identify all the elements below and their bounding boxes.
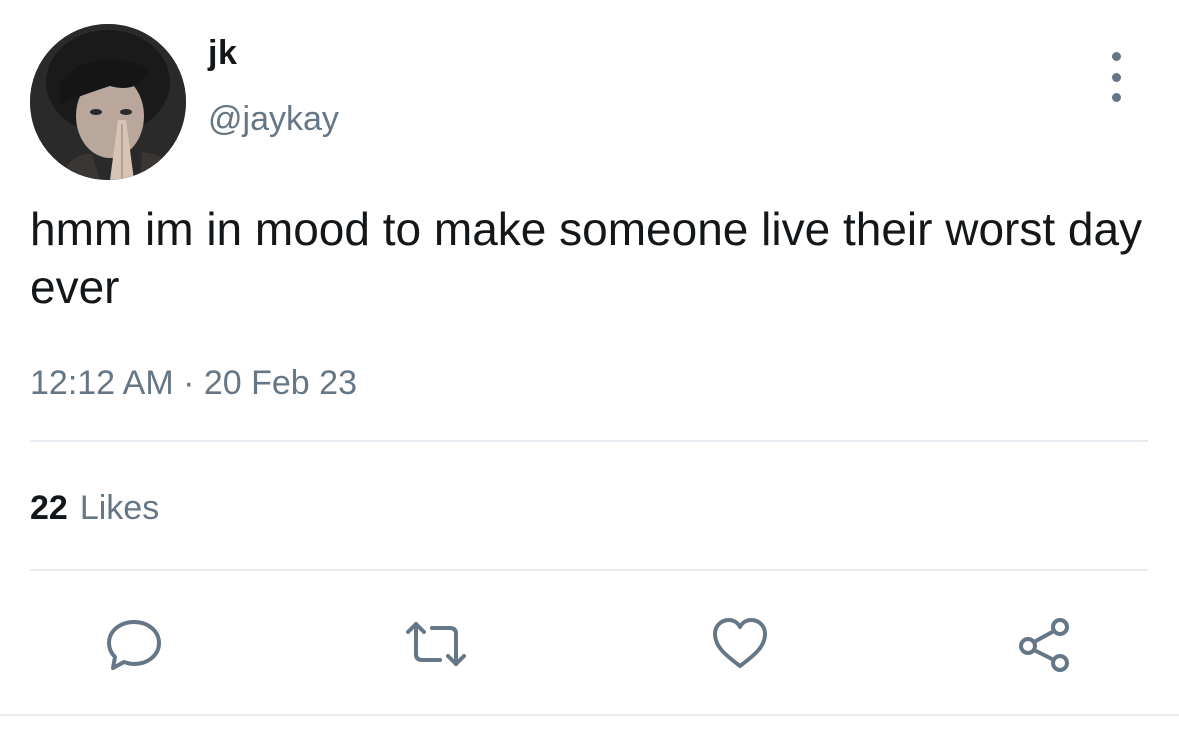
likes-count: 22 (30, 489, 68, 527)
ellipsis-dot (1111, 93, 1121, 102)
tweet-timestamp[interactable]: 12:12 AM · 20 Feb 23 (30, 364, 357, 403)
divider (0, 714, 1179, 716)
reply-button[interactable] (102, 612, 166, 676)
share-nodes-icon (1019, 618, 1069, 672)
ellipsis-dot (1111, 72, 1121, 82)
user-handle[interactable]: @jaykay (208, 100, 339, 139)
tweet-text: hmm im in mood to make someone live thei… (30, 203, 1143, 313)
heart-icon (713, 618, 767, 668)
divider (30, 569, 1148, 571)
like-button[interactable] (708, 612, 772, 676)
profile-photo-icon (30, 24, 186, 180)
likes-stat[interactable]: 22 Likes (30, 489, 159, 528)
vertical-ellipsis-icon (1111, 52, 1121, 61)
divider (30, 440, 1148, 442)
avatar[interactable] (30, 24, 186, 180)
retweet-button[interactable] (404, 612, 468, 676)
tweet-card: jk @jaykay hmm im in mood to make someon… (0, 0, 1179, 735)
speech-bubble-icon (107, 620, 161, 670)
likes-label: Likes (79, 489, 160, 527)
share-button[interactable] (1012, 612, 1076, 676)
display-name[interactable]: jk (208, 34, 237, 73)
retweet-arrows-icon (406, 622, 466, 666)
more-options-button[interactable] (1096, 52, 1136, 102)
